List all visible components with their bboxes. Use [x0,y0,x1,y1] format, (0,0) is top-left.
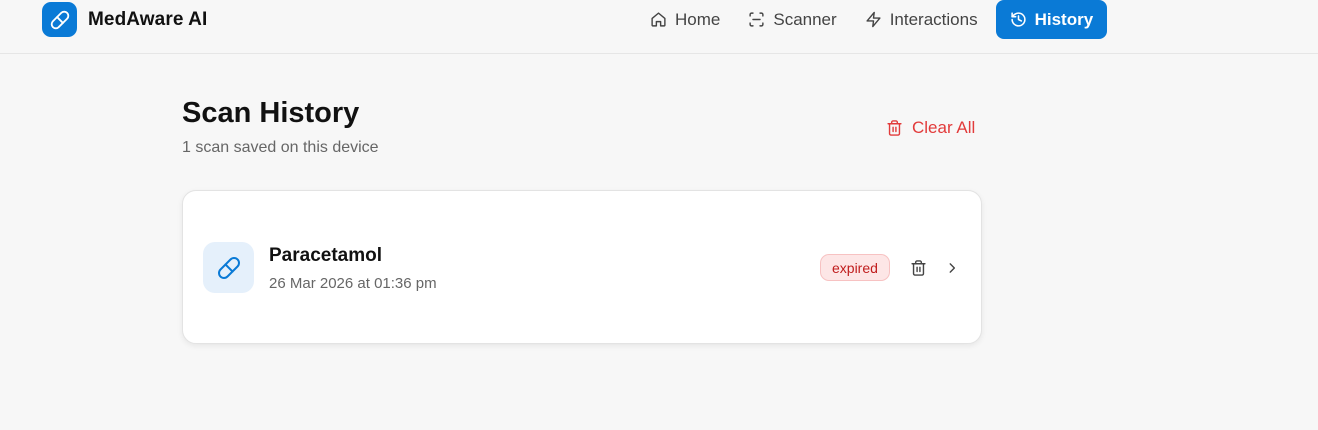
home-icon [651,12,666,27]
clear-all-label: Clear All [912,118,976,137]
page-subtitle: 1 scan saved on this device [182,139,379,156]
clear-all-button[interactable]: Clear All [886,117,975,139]
nav-item-label: Interactions [889,9,978,29]
lightning-icon [866,11,881,28]
scan-icon [749,12,764,27]
nav-item-interactions[interactable]: Interactions [855,0,988,39]
history-icon [1010,12,1026,27]
brand[interactable]: MedAware AI [42,2,207,37]
top-navbar: MedAware AI Home Scanner Interactions Hi… [0,0,1318,54]
pill-icon [42,2,77,37]
nav-item-scanner[interactable]: Scanner [738,0,846,39]
chevron-right-icon[interactable] [943,258,961,278]
nav-item-label: Scanner [773,9,837,29]
page-title: Scan History [182,97,360,129]
medication-name: Paracetamol [269,245,383,266]
scan-date: 26 Mar 2026 at 01:36 pm [269,275,437,292]
history-item-card[interactable]: Paracetamol 26 Mar 2026 at 01:36 pm expi… [182,190,982,344]
nav-item-label: History [1034,9,1094,29]
nav-item-history[interactable]: History [995,0,1108,39]
trash-icon [910,260,926,276]
pill-icon [203,242,254,293]
nav-item-home[interactable]: Home [640,0,730,39]
main-nav: Home Scanner Interactions History [640,0,1115,39]
status-badge: expired [820,254,890,281]
app-name: MedAware AI [88,8,208,30]
delete-item-button[interactable] [907,257,929,279]
trash-icon [887,120,902,136]
nav-item-label: Home [675,9,721,29]
